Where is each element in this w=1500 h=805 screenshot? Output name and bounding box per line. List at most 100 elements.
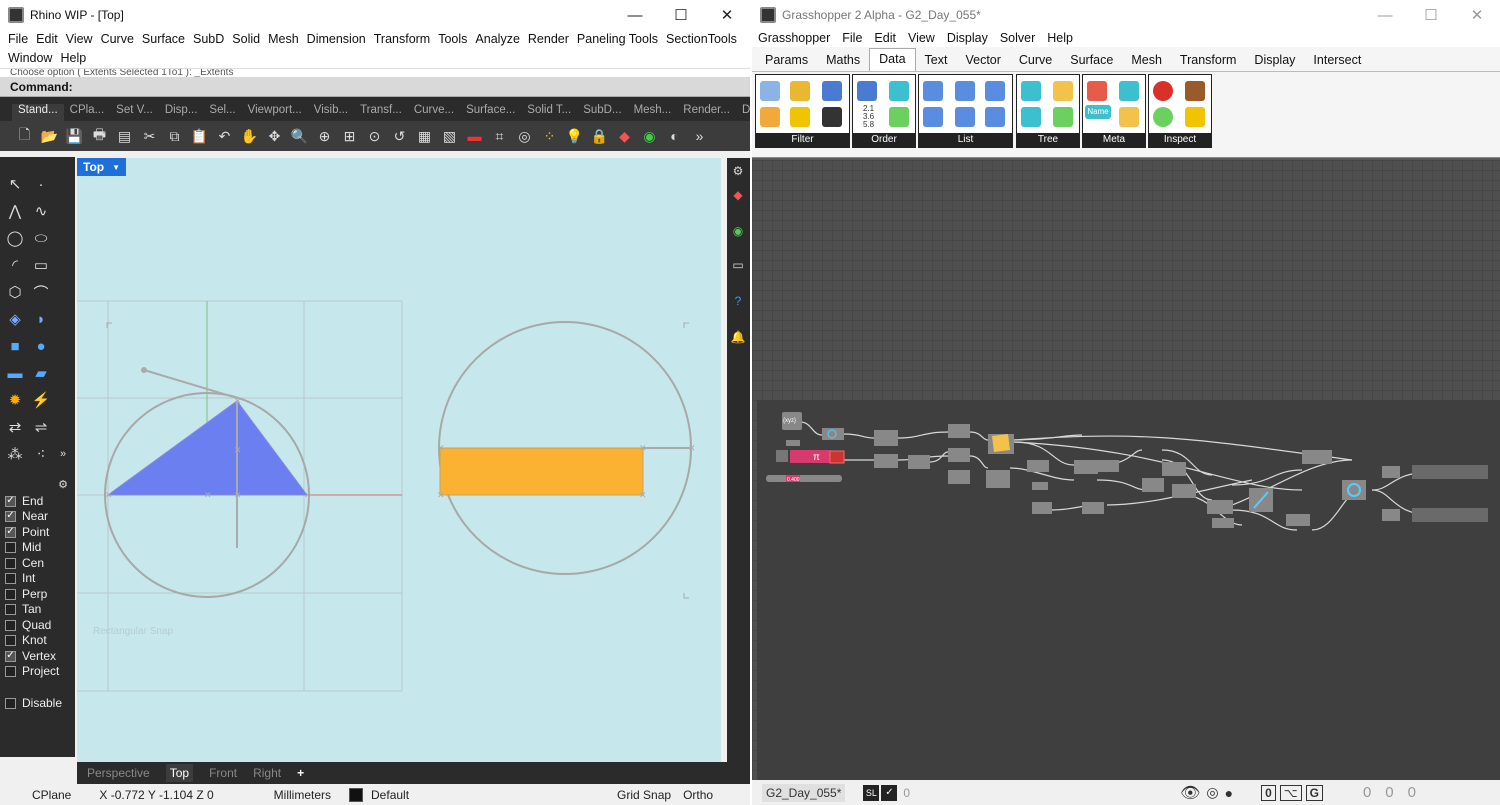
node-output-2[interactable] bbox=[1382, 509, 1400, 521]
node-line-7[interactable] bbox=[1172, 484, 1196, 498]
node-small-2[interactable] bbox=[1212, 518, 1234, 528]
toolbar-tab-cplanes[interactable]: CPla... bbox=[64, 104, 111, 121]
undo-view-icon[interactable]: ↺ bbox=[389, 126, 410, 147]
pan-hand-icon[interactable]: ✋ bbox=[239, 126, 260, 147]
toolbar-tab-curve[interactable]: Curve... bbox=[408, 104, 460, 121]
cull-pattern-icon[interactable] bbox=[790, 81, 810, 101]
curve-icon[interactable]: ∿ bbox=[30, 200, 52, 222]
osnap-end[interactable]: ✓ End bbox=[5, 494, 43, 508]
node-curve-4[interactable] bbox=[1162, 462, 1186, 476]
toolbar-tab-set-view[interactable]: Set V... bbox=[110, 104, 159, 121]
command-prompt[interactable]: Command: bbox=[0, 77, 750, 97]
arc-icon[interactable]: ◜ bbox=[4, 254, 26, 276]
display-panel-icon[interactable]: ◉ bbox=[727, 220, 749, 242]
status-ortho[interactable]: Ortho bbox=[683, 788, 713, 802]
gh-tab-display[interactable]: Display bbox=[1245, 53, 1304, 71]
boolean-icon[interactable]: ⚡ bbox=[30, 389, 52, 411]
shift-list-icon[interactable] bbox=[889, 81, 909, 101]
osnap-cen[interactable]: Cen bbox=[5, 556, 44, 570]
gh-tab-transform[interactable]: Transform bbox=[1171, 53, 1246, 71]
close-icon[interactable]: ✕ bbox=[704, 0, 750, 30]
osnap-tan[interactable]: Tan bbox=[5, 602, 41, 616]
status-units[interactable]: Millimeters bbox=[274, 788, 331, 802]
mesh-icon[interactable]: ▰ bbox=[30, 362, 52, 384]
gh-menu-display[interactable]: Display bbox=[943, 30, 996, 47]
gh-menu-grasshopper[interactable]: Grasshopper bbox=[754, 30, 838, 47]
gh-tab-text[interactable]: Text bbox=[916, 53, 957, 71]
menu-view[interactable]: View bbox=[62, 30, 97, 49]
circle-icon[interactable]: ◯ bbox=[4, 227, 26, 249]
gh-tab-intersect[interactable]: Intersect bbox=[1304, 53, 1370, 71]
osnap-quad[interactable]: Quad bbox=[5, 618, 51, 632]
gh-globe-icon[interactable]: ◎ bbox=[1206, 784, 1218, 801]
gh-wire-icon[interactable]: ⌥ bbox=[1279, 784, 1302, 801]
graft-tree-icon[interactable] bbox=[1021, 81, 1041, 101]
maximize-icon[interactable]: ☐ bbox=[658, 0, 704, 30]
gh-sphere-icon[interactable]: ● bbox=[1225, 785, 1233, 801]
cut-icon[interactable]: ✂ bbox=[139, 126, 160, 147]
gh-tab-curve[interactable]: Curve bbox=[1010, 53, 1061, 71]
fillet-icon[interactable]: ⌒ bbox=[30, 281, 52, 303]
osnap-project-checkbox[interactable] bbox=[5, 665, 16, 677]
menu-section-tools[interactable]: SectionTools bbox=[662, 30, 741, 49]
undo-icon[interactable]: ↶ bbox=[214, 126, 235, 147]
checker-icon[interactable] bbox=[822, 107, 842, 127]
node-move[interactable] bbox=[1082, 502, 1104, 514]
osnap-perp[interactable]: Perp bbox=[5, 587, 47, 601]
top-viewport[interactable]: Top ▼ ✕ ✕ ✕ ✕ ✕ ✕ ✕ ✕ ✕ ✕ ✕ Rectangular … bbox=[77, 158, 721, 762]
select-arrow-icon[interactable]: ↖ bbox=[4, 173, 26, 195]
dispatch-icon[interactable] bbox=[760, 81, 780, 101]
gh-group-icon[interactable]: G bbox=[1305, 784, 1323, 801]
osnap-knot-checkbox[interactable] bbox=[5, 634, 16, 646]
gh-tab-vector[interactable]: Vector bbox=[956, 53, 1009, 71]
explode-tree-icon[interactable] bbox=[1021, 107, 1041, 127]
gh-doc-tab[interactable]: G2_Day_055* bbox=[762, 783, 846, 802]
extrude-surface-icon[interactable]: ◗ bbox=[30, 308, 52, 330]
paste-icon[interactable]: 📋 bbox=[189, 126, 210, 147]
node-line-4[interactable] bbox=[1027, 460, 1049, 472]
cull-index-icon[interactable] bbox=[822, 81, 842, 101]
toolbar-tab-drafting[interactable]: Draft... bbox=[736, 104, 750, 121]
color-wheel-icon[interactable]: ◉ bbox=[639, 126, 660, 147]
node-list-item[interactable] bbox=[1032, 502, 1052, 514]
toolbar-tab-mesh[interactable]: Mesh... bbox=[628, 104, 678, 121]
gh-tab-maths[interactable]: Maths bbox=[817, 53, 869, 71]
menu-edit[interactable]: Edit bbox=[32, 30, 62, 49]
menu-surface[interactable]: Surface bbox=[138, 30, 189, 49]
panel-gear-icon[interactable]: ⚙ bbox=[727, 160, 749, 182]
more-chevron-icon[interactable]: » bbox=[689, 126, 710, 147]
osnap-mid[interactable]: Mid bbox=[5, 540, 41, 554]
osnap-cen-checkbox[interactable] bbox=[5, 557, 16, 569]
gh-tab-mesh[interactable]: Mesh bbox=[1122, 53, 1171, 71]
warning-icon[interactable] bbox=[1185, 107, 1205, 127]
menu-tools[interactable]: Tools bbox=[434, 30, 471, 49]
node-curve-6[interactable] bbox=[1286, 514, 1310, 526]
node-split[interactable] bbox=[986, 470, 1010, 488]
node-curve-1[interactable] bbox=[874, 430, 898, 446]
handle-point[interactable] bbox=[141, 367, 147, 373]
toolbar-tab-transform[interactable]: Transf... bbox=[354, 104, 408, 121]
meta-properties-icon[interactable] bbox=[1087, 81, 1107, 101]
gh-close-icon[interactable]: ✕ bbox=[1454, 0, 1500, 30]
node-preview[interactable] bbox=[908, 455, 930, 469]
reverse-icon[interactable] bbox=[889, 107, 909, 127]
rotate-view-icon[interactable]: ✥ bbox=[264, 126, 285, 147]
zoom-extents-icon[interactable]: ⊞ bbox=[339, 126, 360, 147]
gh-preview-eye-icon[interactable]: 👁 bbox=[1180, 783, 1200, 803]
properties-panel-icon[interactable]: ▭ bbox=[727, 254, 749, 276]
toolbar-tab-display[interactable]: Disp... bbox=[159, 104, 204, 121]
add-viewport-button[interactable]: + bbox=[297, 766, 304, 780]
panel-output-2[interactable] bbox=[1412, 508, 1488, 522]
node-curve-5[interactable] bbox=[1207, 500, 1233, 514]
osnap-vertex[interactable]: ✓ Vertex bbox=[5, 649, 56, 663]
move-icon[interactable]: ⇄ bbox=[4, 416, 26, 438]
toolbar-tab-solid-tools[interactable]: Solid T... bbox=[521, 104, 577, 121]
explode-icon[interactable]: ✹ bbox=[4, 389, 26, 411]
toolbar-tab-standard[interactable]: Stand... bbox=[12, 104, 64, 121]
osnap-mid-checkbox[interactable] bbox=[5, 541, 16, 553]
osnap-point-checkbox[interactable]: ✓ bbox=[5, 526, 16, 538]
viewtab-top[interactable]: Top bbox=[165, 764, 194, 782]
import-icon[interactable]: ▤ bbox=[114, 126, 135, 147]
meta-note-icon[interactable] bbox=[1119, 107, 1139, 127]
list-length-icon[interactable] bbox=[955, 81, 975, 101]
